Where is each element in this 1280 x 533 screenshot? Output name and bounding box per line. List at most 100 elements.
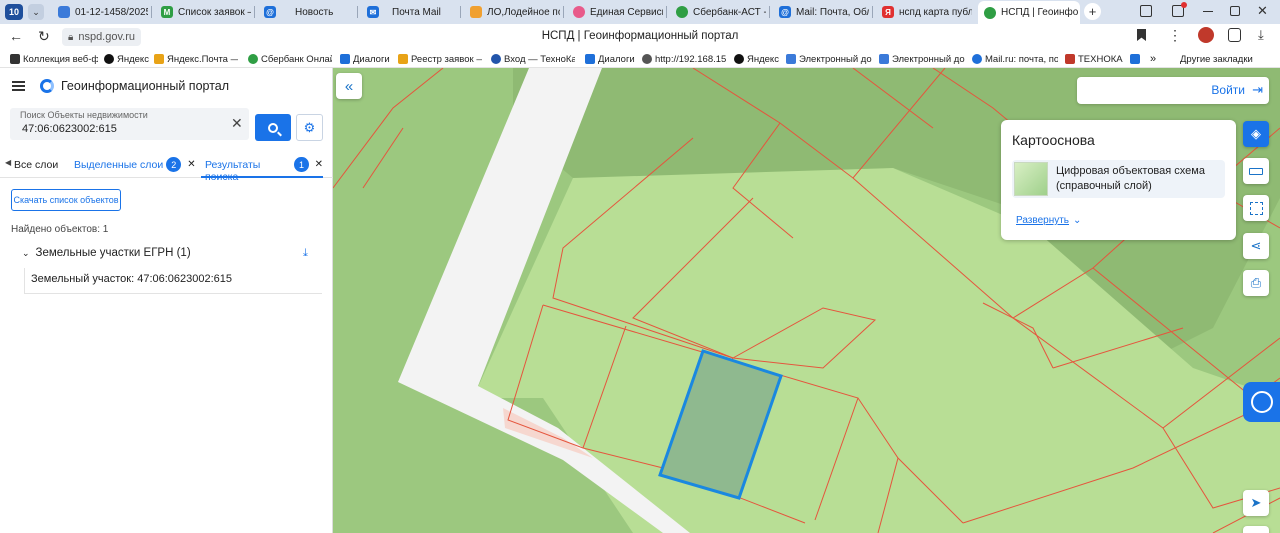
browser-tab[interactable]: @ Mail: Почта, Обла	[773, 2, 869, 22]
search-button[interactable]	[255, 114, 291, 141]
reload-icon[interactable]: ↻	[38, 28, 50, 45]
tabs-scroll-left-icon[interactable]: ◀	[5, 158, 11, 167]
bookmark-item[interactable]: Коллекция веб-ф	[10, 52, 98, 66]
tab-label: Почта Mail	[392, 6, 441, 18]
tab-favicon-icon	[984, 6, 996, 19]
portal-logo-icon	[40, 79, 54, 93]
bookmark-item[interactable]: Диалоги	[340, 52, 392, 66]
share-icon: ⋖	[1250, 238, 1262, 253]
bookmark-label: Реестр заявок —	[411, 53, 482, 65]
basemap-layer-item[interactable]: Цифровая объектовая схема (справочный сл…	[1012, 160, 1225, 198]
clear-search-icon[interactable]: ✕	[231, 115, 243, 132]
login-bar[interactable]: Войти ⇥	[1077, 77, 1269, 104]
double-chevron-left-icon: «	[344, 77, 354, 95]
notifications-icon[interactable]	[1172, 2, 1187, 17]
page-title: НСПД | Геоинформационный портал	[541, 30, 739, 42]
tab-groups-icon[interactable]	[1140, 5, 1152, 17]
print-button[interactable]: ⎙	[1243, 270, 1269, 296]
browser-tab-strip: 10 ⌄ 01-12-1458/2025 с MСписок заявок — …	[0, 0, 1280, 24]
bookmark-item[interactable]: Вход — ТехноКа	[491, 52, 575, 66]
close-tab-icon[interactable]: ✕	[187, 159, 195, 170]
tab-search-results[interactable]: Результаты поиска 1 ✕	[201, 157, 323, 183]
select-area-button[interactable]	[1243, 195, 1269, 221]
left-panel: Геоинформационный портал Поиск Объекты н…	[0, 68, 333, 533]
search-input[interactable]: 47:06:0623002:615	[22, 123, 117, 135]
tab-all-layers[interactable]: Все слои	[14, 159, 58, 171]
bookmark-item[interactable]: Сбербанк Онлайн	[248, 52, 332, 66]
bookmark-label: ТЕХНОКА	[1078, 53, 1123, 65]
close-window-icon[interactable]: ✕	[1257, 3, 1268, 19]
download-icon[interactable]: ⤓	[1258, 27, 1264, 43]
expand-link[interactable]: Развернуть ⌄	[1016, 215, 1081, 226]
collapse-panel-button[interactable]: «	[336, 73, 362, 99]
tab-menu-chevron-icon[interactable]: ⌄	[28, 4, 44, 20]
bookmark-item[interactable]: Электронный док	[879, 52, 965, 66]
map-canvas[interactable]: « Войти ⇥ Картооснова Цифровая объектова…	[333, 68, 1280, 533]
bookmark-item[interactable]: ТЕХНОКА	[1065, 52, 1123, 66]
restore-icon[interactable]	[1230, 6, 1240, 16]
bookmark-item[interactable]	[1130, 52, 1144, 66]
result-group-header[interactable]: ⌄ Земельные участки ЕГРН (1)	[22, 247, 191, 259]
login-icon: ⇥	[1252, 82, 1263, 97]
bookmark-item[interactable]: Mail.ru: почта, пои	[972, 52, 1058, 66]
bookmark-favicon-icon	[398, 54, 408, 64]
tab-favicon-icon: @	[779, 6, 791, 18]
bookmark-favicon-icon	[154, 54, 164, 64]
browser-tab-active[interactable]: НСПД | Геоинфо ✕	[978, 1, 1080, 24]
locate-arrow-icon: ➤	[1250, 495, 1262, 510]
download-list-button[interactable]: Скачать список объектов	[11, 189, 121, 211]
tab-selected-layers[interactable]: Выделенные слои 2 ✕	[74, 157, 196, 172]
bookmark-item[interactable]: Яндекс	[734, 52, 780, 66]
share-button[interactable]: ⋖	[1243, 233, 1269, 259]
select-area-icon	[1249, 201, 1263, 215]
bookmark-favicon-icon	[786, 54, 796, 64]
result-list-item[interactable]: Земельный участок: 47:06:0623002:615	[24, 268, 322, 294]
bookmarks-overflow-icon[interactable]: »	[1150, 52, 1156, 66]
browser-tab[interactable]: ЛО,Лодейное пол	[464, 2, 560, 22]
browser-tab[interactable]: @ Новость	[258, 2, 354, 22]
bookmark-item[interactable]: Диалоги	[585, 52, 637, 66]
bookmark-label: http://192.168.15	[655, 53, 726, 65]
bookmark-icon[interactable]	[1137, 29, 1146, 41]
download-group-icon[interactable]: ⤓	[303, 247, 308, 260]
bookmark-item[interactable]: Реестр заявок —	[398, 52, 482, 66]
basemap-card: Картооснова Цифровая объектовая схема (с…	[1001, 120, 1236, 240]
browser-tab[interactable]: 01-12-1458/2025 с	[52, 2, 148, 22]
extensions-icon[interactable]	[1228, 28, 1241, 42]
browser-tab[interactable]: M Список заявок —	[155, 2, 251, 22]
close-tab-icon[interactable]: ✕	[315, 159, 323, 170]
other-bookmarks[interactable]: Другие закладки	[1180, 52, 1276, 66]
bookmark-item[interactable]: Яндекс	[104, 52, 150, 66]
locate-button[interactable]: ➤	[1243, 490, 1269, 516]
bookmark-label: Коллекция веб-ф	[23, 53, 98, 65]
browser-tab[interactable]: Единая Сервисна	[567, 2, 663, 22]
bookmark-item[interactable]: Электронный док	[786, 52, 872, 66]
new-tab-plus-icon[interactable]: +	[1084, 3, 1101, 20]
bookmark-favicon-icon	[340, 54, 350, 64]
hamburger-menu-icon[interactable]	[12, 81, 25, 91]
chat-support-button[interactable]	[1243, 382, 1280, 422]
more-menu-icon[interactable]: ⋮	[1168, 27, 1182, 44]
url-text: nspd.gov.ru	[78, 31, 135, 43]
browser-tab[interactable]: Янспд карта публи	[876, 2, 972, 22]
bookmark-favicon-icon	[1065, 54, 1075, 64]
back-icon[interactable]: ←	[9, 28, 23, 44]
search-field[interactable]: Поиск Объекты недвижимости 47:06:0623002…	[10, 108, 249, 140]
ruler-button[interactable]	[1243, 158, 1269, 184]
bookmark-item[interactable]: Яндекс.Почта — С	[154, 52, 238, 66]
bookmark-item[interactable]: http://192.168.15	[642, 52, 726, 66]
zoom-button[interactable]	[1243, 526, 1269, 533]
bookmark-favicon-icon	[10, 54, 20, 64]
minimize-icon[interactable]	[1203, 11, 1213, 12]
tab-favicon-icon: @	[264, 6, 276, 18]
ruler-icon	[1249, 167, 1263, 175]
profile-icon[interactable]	[1198, 27, 1214, 43]
browser-tab[interactable]: Сбербанк-АСТ - Э	[670, 2, 766, 22]
lock-icon: 🔒︎	[68, 31, 74, 43]
tab-favicon-icon	[573, 6, 585, 18]
browser-tab[interactable]: ✉ Почта Mail	[361, 2, 457, 22]
filter-button[interactable]: ⚙︎	[296, 114, 323, 141]
layers-button[interactable]: ◈	[1243, 121, 1269, 147]
tab-counter-button[interactable]: 10	[5, 4, 23, 20]
url-field[interactable]: 🔒︎ nspd.gov.ru	[62, 28, 141, 46]
